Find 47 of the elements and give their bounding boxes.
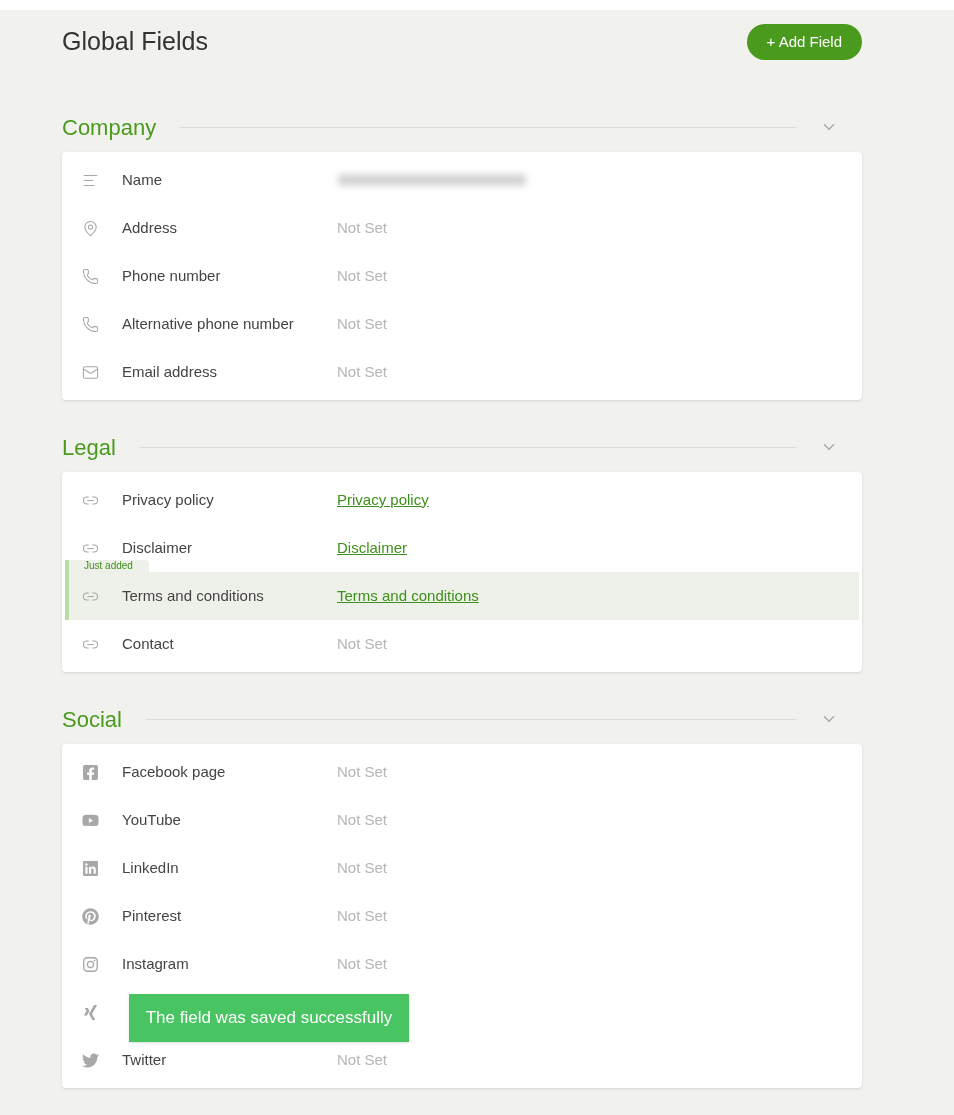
section-title: Legal: [62, 433, 117, 462]
page-title: Global Fields: [62, 26, 208, 58]
xing-icon: [82, 1003, 99, 1021]
field-value: Not Set: [337, 361, 388, 382]
field-label: Name: [122, 169, 162, 190]
field-value-link[interactable]: Terms and conditions: [337, 584, 479, 608]
pinterest-icon: [82, 907, 99, 925]
phone-icon: [82, 267, 99, 285]
instagram-icon: [82, 955, 99, 973]
field-label: Instagram: [122, 953, 189, 974]
field-value: Not Set: [337, 809, 388, 830]
field-value-link[interactable]: Privacy policy: [337, 488, 429, 512]
field-label: Alternative phone number: [122, 313, 294, 334]
twitter-icon: [82, 1051, 99, 1069]
field-value: Not Set: [337, 313, 388, 334]
field-value-link[interactable]: Disclaimer: [337, 536, 407, 560]
field-value: Not Set: [337, 953, 388, 974]
field-value: Not Set: [337, 217, 388, 238]
field-value: Not Set: [337, 1049, 388, 1070]
field-label: Address: [122, 217, 178, 238]
field-value: Not Set: [337, 857, 388, 878]
field-label: Facebook page: [122, 761, 226, 782]
field-value: Not Set: [337, 265, 388, 286]
map-pin-icon: [82, 219, 99, 237]
envelope-icon: [82, 363, 99, 381]
add-field-button[interactable]: + Add Field: [746, 24, 862, 60]
field-label: Disclaimer: [122, 537, 192, 558]
success-toast: The field was saved successfully: [129, 994, 409, 1042]
field-label: Privacy policy: [122, 489, 214, 510]
facebook-icon: [82, 763, 99, 781]
field-label: Pinterest: [122, 905, 182, 926]
phone-icon: [82, 315, 99, 333]
field-label: Terms and conditions: [122, 585, 264, 606]
field-value: Not Set: [337, 761, 388, 782]
section-title: Company: [62, 113, 158, 142]
field-label: Contact: [122, 633, 174, 654]
linkedin-icon: [82, 859, 99, 877]
field-label: Email address: [122, 361, 218, 382]
field-value: Not Set: [337, 905, 388, 926]
just-added-tag: Just added: [65, 560, 149, 572]
field-label: YouTube: [122, 809, 181, 830]
field-label: Phone number: [122, 265, 221, 286]
field-label: Twitter: [122, 1049, 167, 1070]
field-label: LinkedIn: [122, 857, 179, 878]
field-value: Not Set: [337, 633, 388, 654]
section-title: Social: [62, 705, 123, 734]
youtube-icon: [82, 811, 99, 829]
